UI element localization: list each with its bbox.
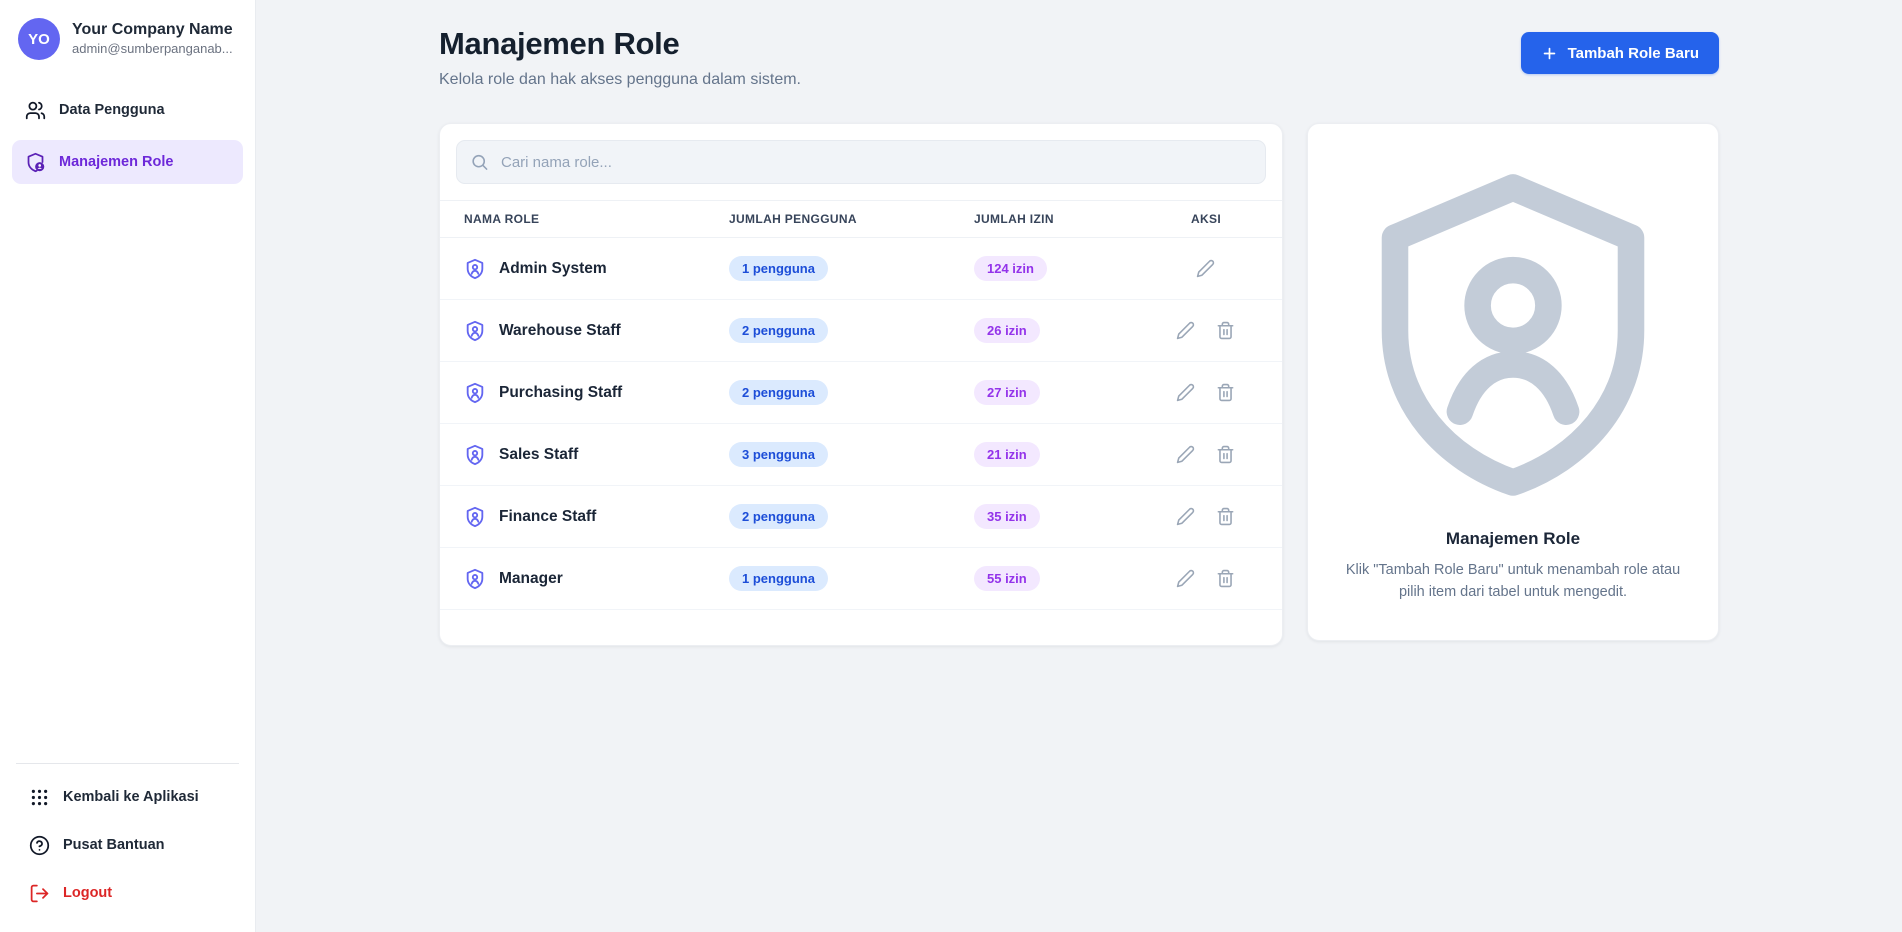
pencil-icon bbox=[1176, 445, 1195, 464]
delete-role-button[interactable] bbox=[1214, 443, 1238, 467]
users-count-badge: 2 pengguna bbox=[729, 504, 828, 530]
trash-icon bbox=[1216, 507, 1235, 526]
users-count-badge: 2 pengguna bbox=[729, 318, 828, 344]
edit-role-button[interactable] bbox=[1174, 443, 1198, 467]
users-count-badge: 1 pengguna bbox=[729, 566, 828, 592]
search-role-input[interactable] bbox=[456, 140, 1266, 184]
trash-icon bbox=[1216, 383, 1235, 402]
table-row[interactable]: Admin System 1 pengguna 124 izin bbox=[440, 238, 1282, 300]
delete-role-button[interactable] bbox=[1214, 381, 1238, 405]
column-header-jumlah-pengguna: JUMLAH PENGGUNA bbox=[729, 212, 974, 226]
help-center-button[interactable]: Pusat Bantuan bbox=[16, 824, 239, 866]
shield-user-icon bbox=[464, 444, 486, 466]
users-count-badge: 3 pengguna bbox=[729, 442, 828, 468]
main-content: Manajemen Role Kelola role dan hak akses… bbox=[256, 0, 1902, 932]
company-account[interactable]: YO Your Company Name admin@sumberpangana… bbox=[12, 16, 243, 76]
sidebar-item-label: Manajemen Role bbox=[59, 154, 173, 170]
role-name: Manager bbox=[499, 570, 563, 588]
page-title: Manajemen Role bbox=[439, 26, 801, 62]
table-row[interactable]: Manager 1 pengguna 55 izin bbox=[440, 548, 1282, 610]
table-row[interactable]: Finance Staff 2 pengguna 35 izin bbox=[440, 486, 1282, 548]
pencil-icon bbox=[1176, 321, 1195, 340]
role-name: Warehouse Staff bbox=[499, 322, 621, 340]
sidebar-item-data-pengguna[interactable]: Data Pengguna bbox=[12, 88, 243, 132]
table-row[interactable]: Sales Staff 3 pengguna 21 izin bbox=[440, 424, 1282, 486]
shield-badge-icon bbox=[25, 152, 46, 173]
logout-button[interactable]: Logout bbox=[16, 872, 239, 914]
shield-user-icon bbox=[464, 258, 486, 280]
delete-role-button[interactable] bbox=[1214, 505, 1238, 529]
page-subtitle: Kelola role dan hak akses pengguna dalam… bbox=[439, 71, 801, 89]
pencil-icon bbox=[1196, 259, 1215, 278]
shield-user-icon bbox=[464, 320, 486, 342]
users-count-badge: 2 pengguna bbox=[729, 380, 828, 406]
shield-user-icon bbox=[464, 568, 486, 590]
roles-table-card: NAMA ROLE JUMLAH PENGGUNA JUMLAH IZIN AK… bbox=[439, 123, 1283, 646]
permissions-count-badge: 35 izin bbox=[974, 504, 1040, 530]
edit-role-button[interactable] bbox=[1194, 257, 1218, 281]
permissions-count-badge: 26 izin bbox=[974, 318, 1040, 344]
pencil-icon bbox=[1176, 569, 1195, 588]
sidebar-footer: Kembali ke Aplikasi Pusat Bantuan Logout bbox=[16, 763, 239, 914]
logout-icon bbox=[29, 883, 50, 904]
shield-user-icon bbox=[464, 506, 486, 528]
column-header-nama-role: NAMA ROLE bbox=[464, 212, 729, 226]
role-name: Admin System bbox=[499, 260, 607, 278]
permissions-count-badge: 55 izin bbox=[974, 566, 1040, 592]
table-header: NAMA ROLE JUMLAH PENGGUNA JUMLAH IZIN AK… bbox=[440, 200, 1282, 238]
detail-panel-description: Klik "Tambah Role Baru" untuk menambah r… bbox=[1336, 559, 1690, 604]
detail-panel-title: Manajemen Role bbox=[1336, 529, 1690, 549]
role-name: Sales Staff bbox=[499, 446, 578, 464]
shield-user-icon bbox=[464, 382, 486, 404]
back-to-app-label: Kembali ke Aplikasi bbox=[63, 789, 199, 805]
edit-role-button[interactable] bbox=[1174, 567, 1198, 591]
company-email: admin@sumberpanganab... bbox=[72, 40, 233, 58]
pencil-icon bbox=[1176, 383, 1195, 402]
sidebar-item-manajemen-role[interactable]: Manajemen Role bbox=[12, 140, 243, 184]
app-grid-icon bbox=[29, 787, 50, 808]
plus-icon bbox=[1541, 45, 1558, 62]
help-icon bbox=[29, 835, 50, 856]
permissions-count-badge: 27 izin bbox=[974, 380, 1040, 406]
table-row[interactable]: Purchasing Staff 2 pengguna 27 izin bbox=[440, 362, 1282, 424]
users-icon bbox=[25, 100, 46, 121]
back-to-app-button[interactable]: Kembali ke Aplikasi bbox=[16, 776, 239, 818]
edit-role-button[interactable] bbox=[1174, 381, 1198, 405]
edit-role-button[interactable] bbox=[1174, 319, 1198, 343]
column-header-jumlah-izin: JUMLAH IZIN bbox=[974, 212, 1154, 226]
avatar: YO bbox=[18, 18, 60, 60]
edit-role-button[interactable] bbox=[1174, 505, 1198, 529]
detail-panel: Manajemen Role Klik "Tambah Role Baru" u… bbox=[1307, 123, 1719, 641]
sidebar-nav: Data Pengguna Manajemen Role bbox=[12, 88, 243, 184]
users-count-badge: 1 pengguna bbox=[729, 256, 828, 282]
company-name: Your Company Name bbox=[72, 20, 233, 41]
table-row[interactable]: Warehouse Staff 2 pengguna 26 izin bbox=[440, 300, 1282, 362]
table-body: Admin System 1 pengguna 124 izin Warehou… bbox=[440, 238, 1282, 610]
role-name: Finance Staff bbox=[499, 508, 596, 526]
permissions-count-badge: 124 izin bbox=[974, 256, 1047, 282]
add-role-button[interactable]: Tambah Role Baru bbox=[1521, 32, 1719, 74]
sidebar: YO Your Company Name admin@sumberpangana… bbox=[0, 0, 256, 932]
delete-role-button[interactable] bbox=[1214, 567, 1238, 591]
delete-role-button[interactable] bbox=[1214, 319, 1238, 343]
shield-user-icon bbox=[1336, 158, 1690, 512]
logout-label: Logout bbox=[63, 885, 112, 901]
sidebar-item-label: Data Pengguna bbox=[59, 102, 165, 118]
role-name: Purchasing Staff bbox=[499, 384, 622, 402]
trash-icon bbox=[1216, 569, 1235, 588]
help-center-label: Pusat Bantuan bbox=[63, 837, 165, 853]
trash-icon bbox=[1216, 445, 1235, 464]
permissions-count-badge: 21 izin bbox=[974, 442, 1040, 468]
pencil-icon bbox=[1176, 507, 1195, 526]
column-header-aksi: AKSI bbox=[1154, 212, 1258, 226]
table-footer bbox=[440, 610, 1282, 645]
trash-icon bbox=[1216, 321, 1235, 340]
add-role-button-label: Tambah Role Baru bbox=[1568, 45, 1699, 62]
